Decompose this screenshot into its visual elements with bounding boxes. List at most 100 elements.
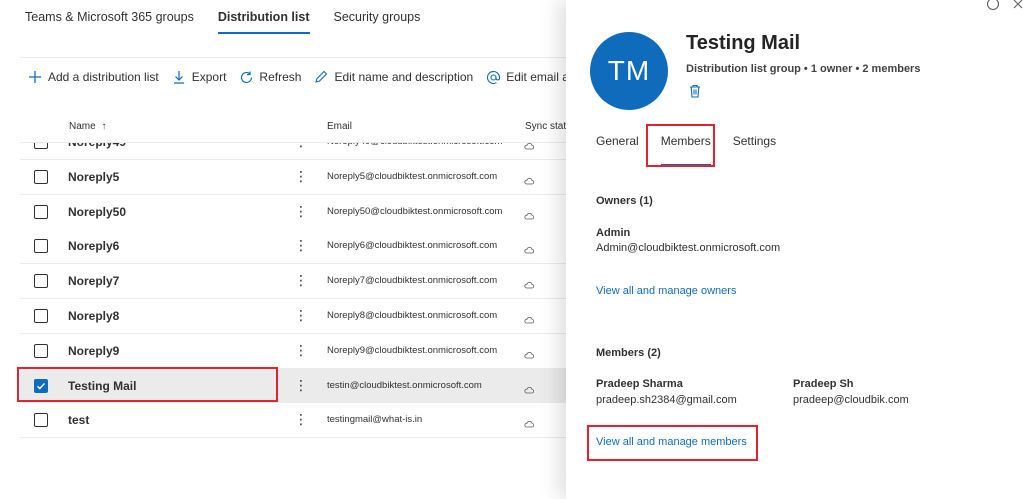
column-name-label: Name: [69, 121, 96, 132]
refresh-icon: [238, 69, 254, 85]
row-checkbox[interactable]: [34, 274, 48, 289]
export-button[interactable]: Export: [171, 69, 227, 85]
cloud-icon: [524, 172, 535, 185]
row-email: Noreply50@cloudbiktest.onmicrosoft.com: [327, 205, 503, 217]
more-icon[interactable]: ⋮: [294, 342, 308, 359]
cloud-icon: [524, 381, 535, 393]
row-email: Noreply8@cloudbiktest.onmicrosoft.com: [327, 310, 498, 321]
row-email: testingmail@what-is.in: [327, 414, 423, 426]
owners-section-title: Owners (1): [596, 195, 653, 207]
refresh-label: Refresh: [259, 70, 302, 84]
group-type-tabs: Teams & Microsoft 365 groups Distributio…: [25, 0, 444, 34]
row-name[interactable]: Noreply7: [68, 274, 119, 288]
tabs-divider: [20, 57, 566, 58]
owner-name: Admin: [596, 227, 631, 239]
column-header-sync-status[interactable]: Sync stat: [525, 121, 566, 132]
group-title: Testing Mail: [686, 32, 801, 54]
cloud-icon: [524, 346, 535, 359]
trash-icon[interactable]: [689, 84, 701, 98]
cloud-icon: [524, 207, 535, 219]
row-email: testin@cloudbiktest.onmicrosoft.com: [327, 379, 482, 391]
row-name[interactable]: Noreply5: [68, 170, 119, 184]
highlight-members-tab: [646, 124, 715, 167]
members-section-title: Members (2): [596, 347, 661, 359]
table-row[interactable]: Noreply9 ⋮ Noreply9@cloudbiktest.onmicroso…: [20, 333, 566, 369]
member-name: Pradeep Sh: [793, 378, 854, 390]
tab-distribution-list[interactable]: Distribution list: [217, 0, 310, 34]
group-subtitle: Distribution list group • 1 owner • 2 me…: [686, 63, 921, 75]
more-icon[interactable]: ⋮: [294, 143, 308, 150]
tab-settings[interactable]: Settings: [733, 130, 776, 160]
row-checkbox[interactable]: [34, 309, 48, 323]
row-checkbox[interactable]: [34, 239, 48, 254]
table-row[interactable]: Noreply5 ⋮ Noreply5@cloudbiktest.onmicroso…: [20, 159, 566, 195]
email-icon: [485, 69, 501, 85]
more-icon[interactable]: ⋮: [294, 307, 308, 324]
edit-email-address-button[interactable]: Edit email addre: [485, 69, 566, 85]
refresh-button[interactable]: Refresh: [238, 69, 301, 85]
highlight-selected-row: [17, 367, 278, 402]
cloud-icon: [524, 415, 535, 428]
group-avatar: TM: [590, 32, 668, 110]
edit-name-description-label: Edit name and description: [334, 70, 474, 84]
edit-email-address-label: Edit email addre: [506, 70, 566, 84]
table-row[interactable]: test ⋮ testingmail@what-is.in: [20, 403, 566, 439]
export-icon: [171, 69, 187, 85]
tab-security-groups[interactable]: Security groups: [334, 0, 421, 34]
highlight-manage-members-link: [587, 425, 758, 461]
add-distribution-list-button[interactable]: Add a distribution list: [27, 69, 159, 85]
table-row[interactable]: Noreply50 ⋮ Noreply50@cloudbiktest.onmicro…: [20, 194, 566, 230]
row-checkbox[interactable]: [34, 204, 48, 219]
column-header-email[interactable]: Email: [327, 121, 352, 132]
row-email: Noreply6@cloudbiktest.onmicrosoft.com: [327, 240, 498, 252]
more-icon[interactable]: ⋮: [294, 377, 308, 394]
row-name[interactable]: Noreply8: [68, 309, 119, 323]
edit-icon: [313, 69, 329, 85]
add-icon: [27, 69, 43, 85]
view-manage-owners-link[interactable]: View all and manage owners: [596, 285, 736, 297]
member-email: pradeep@cloudbik.com: [793, 394, 909, 406]
row-name[interactable]: Noreply49: [68, 143, 126, 149]
edit-name-description-button[interactable]: Edit name and description: [313, 69, 473, 85]
table-header: Name ↑ Email Sync stat: [20, 117, 566, 143]
sort-up-icon: ↑: [101, 121, 107, 132]
command-bar: Add a distribution list Export Refresh E…: [27, 67, 566, 87]
member-name: Pradeep Sharma: [596, 378, 683, 390]
owner-email: Admin@cloudbiktest.onmicrosoft.com: [596, 242, 781, 254]
row-name[interactable]: Noreply9: [68, 344, 119, 358]
member-email: pradeep.sh2384@gmail.com: [596, 394, 737, 406]
tab-teams-microsoft-365-groups[interactable]: Teams & Microsoft 365 groups: [25, 0, 194, 34]
row-checkbox[interactable]: [34, 169, 48, 184]
row-name[interactable]: Noreply50: [68, 205, 126, 219]
table-row[interactable]: Noreply7 ⋮ Noreply7@cloudbiktest.onmicroso…: [20, 264, 566, 300]
close-icon[interactable]: [1012, 0, 1024, 15]
cloud-icon: [524, 311, 535, 324]
row-name[interactable]: test: [68, 413, 89, 427]
more-icon[interactable]: ⋮: [294, 168, 308, 185]
more-icon[interactable]: ⋮: [294, 237, 308, 254]
row-email: Noreply9@cloudbiktest.onmicrosoft.com: [327, 344, 498, 356]
cloud-icon: [524, 143, 535, 150]
more-icon[interactable]: ⋮: [294, 203, 308, 220]
row-email: Noreply5@cloudbiktest.onmicrosoft.com: [327, 170, 498, 182]
cloud-icon: [524, 241, 535, 254]
table-row[interactable]: Noreply8 ⋮ Noreply8@cloudbiktest.onmicroso…: [20, 299, 566, 334]
row-checkbox[interactable]: [34, 413, 48, 428]
row-checkbox[interactable]: [34, 143, 48, 149]
export-label: Export: [191, 70, 227, 84]
more-icon[interactable]: ⋮: [294, 272, 308, 289]
tab-general[interactable]: General: [596, 130, 639, 160]
row-checkbox[interactable]: [34, 343, 48, 358]
groups-list-area: Teams & Microsoft 365 groups Distributio…: [0, 0, 566, 499]
table-row[interactable]: Noreply49 ⋮ Noreply49@cloudbiktest.onmicro…: [20, 143, 566, 160]
add-distribution-list-label: Add a distribution list: [48, 70, 159, 84]
table-row[interactable]: Noreply6 ⋮ Noreply6@cloudbiktest.onmicroso…: [20, 229, 566, 265]
row-name[interactable]: Noreply6: [68, 239, 119, 253]
more-icon[interactable]: ⋮: [294, 411, 308, 428]
cloud-icon: [524, 276, 535, 289]
row-email: Noreply7@cloudbiktest.onmicrosoft.com: [327, 275, 498, 287]
group-details-panel: TM Testing Mail Distribution list group …: [566, 0, 1024, 499]
circle-icon[interactable]: [986, 0, 1000, 16]
column-header-name[interactable]: Name ↑: [69, 121, 106, 132]
row-email: Noreply49@cloudbiktest.onmicrosoft.com: [327, 143, 502, 147]
